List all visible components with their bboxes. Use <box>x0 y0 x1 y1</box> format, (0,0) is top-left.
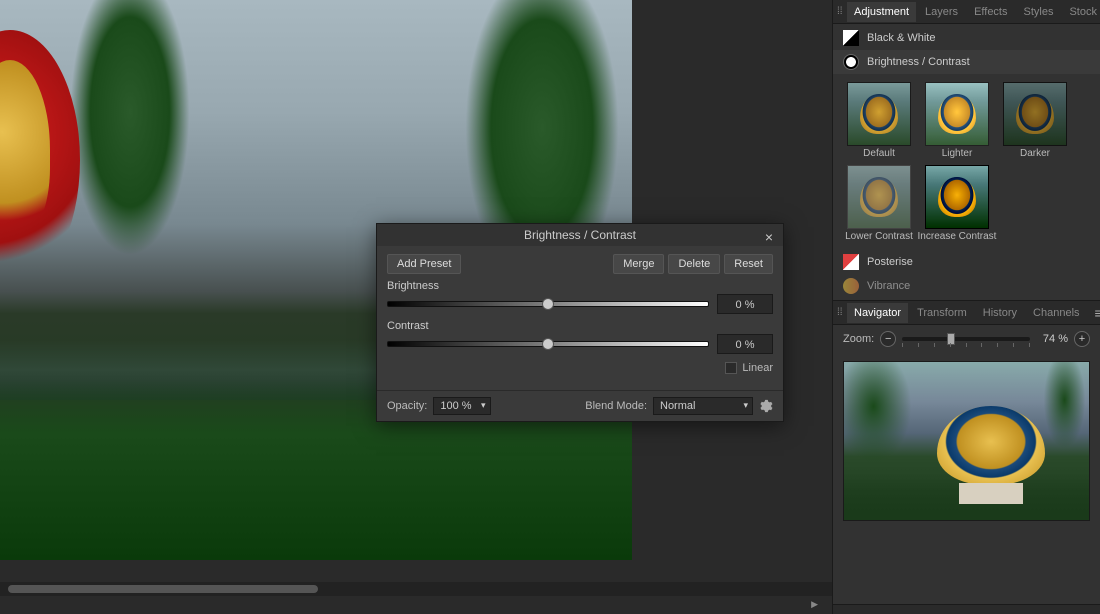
preset-darker[interactable]: Darker <box>999 82 1071 159</box>
dialog-titlebar[interactable]: Brightness / Contrast × <box>377 224 783 246</box>
adjustment-label: Black & White <box>867 32 935 44</box>
add-preset-button[interactable]: Add Preset <box>387 254 461 274</box>
brightness-contrast-dialog: Brightness / Contrast × Add Preset Merge… <box>376 223 784 422</box>
preset-label: Lighter <box>942 148 973 159</box>
preset-lower-contrast[interactable]: Lower Contrast <box>843 165 915 242</box>
image-content <box>60 0 200 280</box>
adjustment-label: Vibrance <box>867 280 910 292</box>
preset-lighter[interactable]: Lighter <box>921 82 993 159</box>
scrollbar-thumb[interactable] <box>8 585 318 593</box>
merge-button[interactable]: Merge <box>613 254 664 274</box>
opacity-dropdown[interactable]: 100 % <box>433 397 490 415</box>
contrast-slider[interactable] <box>387 341 709 347</box>
preset-label: Increase Contrast <box>918 231 997 242</box>
scroll-right-arrow[interactable]: ▶ <box>811 599 818 610</box>
zoom-out-button[interactable]: − <box>880 331 896 347</box>
brightness-value[interactable]: 0 % <box>717 294 773 314</box>
reset-button[interactable]: Reset <box>724 254 773 274</box>
presets-grid: Default Lighter Darker Lower Contrast In… <box>833 76 1100 248</box>
adjustment-brightness-contrast[interactable]: Brightness / Contrast <box>833 50 1100 74</box>
dialog-title-text: Brightness / Contrast <box>524 228 636 242</box>
brightness-slider[interactable] <box>387 301 709 307</box>
linear-checkbox[interactable] <box>725 362 737 374</box>
tab-adjustment[interactable]: Adjustment <box>847 2 916 22</box>
blend-mode-label: Blend Mode: <box>585 400 647 412</box>
gear-icon[interactable] <box>759 399 773 413</box>
preset-default[interactable]: Default <box>843 82 915 159</box>
contrast-label: Contrast <box>387 320 773 332</box>
tab-navigator[interactable]: Navigator <box>847 303 908 323</box>
zoom-in-button[interactable]: + <box>1074 331 1090 347</box>
panel-handle-icon[interactable]: ⁞⁞ <box>837 6 845 17</box>
close-icon[interactable]: × <box>761 226 777 242</box>
panel-menu-icon[interactable]: ≡ <box>1089 305 1100 321</box>
adjustment-vibrance[interactable]: Vibrance <box>833 274 1100 298</box>
linear-label: Linear <box>742 362 773 374</box>
sidebar-bottom-scroll[interactable] <box>833 604 1100 614</box>
contrast-slider-thumb[interactable] <box>542 338 554 350</box>
preset-thumbnail <box>847 165 911 229</box>
adjustment-tab-bar: ⁞⁞ Adjustment Layers Effects Styles Stoc… <box>833 0 1100 24</box>
black-white-icon <box>843 30 859 46</box>
vibrance-icon <box>843 278 859 294</box>
tab-effects[interactable]: Effects <box>967 2 1014 22</box>
preset-label: Darker <box>1020 148 1050 159</box>
zoom-label: Zoom: <box>843 333 874 345</box>
preset-thumbnail <box>925 165 989 229</box>
preset-increase-contrast[interactable]: Increase Contrast <box>921 165 993 242</box>
tab-styles[interactable]: Styles <box>1017 2 1061 22</box>
preset-label: Lower Contrast <box>845 231 913 242</box>
blend-mode-dropdown[interactable]: Normal <box>653 397 753 415</box>
contrast-value[interactable]: 0 % <box>717 334 773 354</box>
opacity-label: Opacity: <box>387 400 427 412</box>
zoom-value: 74 % <box>1036 333 1068 345</box>
zoom-slider[interactable] <box>902 337 1030 341</box>
tab-history[interactable]: History <box>976 303 1024 323</box>
brightness-slider-thumb[interactable] <box>542 298 554 310</box>
preset-thumbnail <box>925 82 989 146</box>
right-sidebar: ⁞⁞ Adjustment Layers Effects Styles Stoc… <box>832 0 1100 614</box>
panel-handle-icon[interactable]: ⁞⁞ <box>837 307 845 318</box>
adjustment-posterise[interactable]: Posterise <box>833 250 1100 274</box>
tab-channels[interactable]: Channels <box>1026 303 1086 323</box>
adjustment-label: Brightness / Contrast <box>867 56 970 68</box>
delete-button[interactable]: Delete <box>668 254 720 274</box>
preset-thumbnail <box>1003 82 1067 146</box>
preset-thumbnail <box>847 82 911 146</box>
navigator-preview[interactable] <box>843 361 1090 521</box>
navigator-tab-bar: ⁞⁞ Navigator Transform History Channels … <box>833 301 1100 325</box>
adjustment-black-white[interactable]: Black & White <box>833 26 1100 50</box>
brightness-contrast-icon <box>843 54 859 70</box>
tab-transform[interactable]: Transform <box>910 303 974 323</box>
horizontal-scrollbar[interactable] <box>0 582 832 596</box>
adjustment-label: Posterise <box>867 256 913 268</box>
navigator-panel: ⁞⁞ Navigator Transform History Channels … <box>833 300 1100 529</box>
posterise-icon <box>843 254 859 270</box>
tab-stock[interactable]: Stock <box>1062 2 1100 22</box>
image-content <box>0 30 80 290</box>
tab-layers[interactable]: Layers <box>918 2 965 22</box>
preset-label: Default <box>863 148 895 159</box>
brightness-label: Brightness <box>387 280 773 292</box>
